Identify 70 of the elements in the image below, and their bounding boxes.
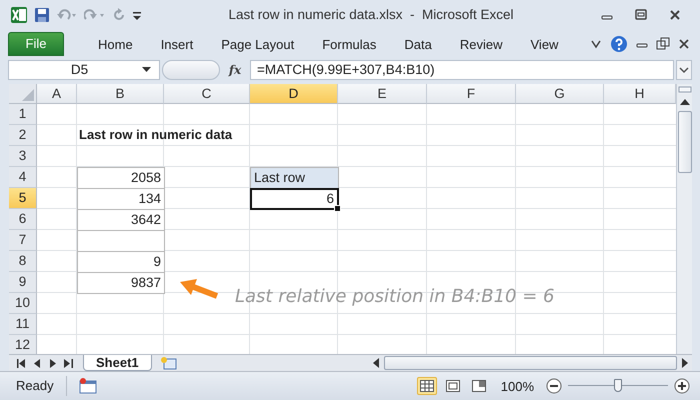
zoom-level[interactable]: 100%	[500, 378, 534, 394]
split-handle-icon[interactable]	[678, 86, 692, 94]
sheet-tab[interactable]: Sheet1	[83, 355, 152, 372]
row-header[interactable]: 8	[9, 250, 37, 272]
expand-formula-icon[interactable]	[676, 60, 692, 80]
next-sheet-icon[interactable]	[49, 358, 56, 368]
macro-record-icon[interactable]	[78, 378, 97, 394]
scroll-up-icon[interactable]	[680, 98, 690, 106]
number-cell: 2058	[77, 166, 165, 189]
row-header[interactable]: 9	[9, 272, 37, 293]
column-header[interactable]: A	[37, 84, 77, 104]
row-header[interactable]: 6	[9, 208, 37, 230]
restore-icon[interactable]	[656, 36, 670, 51]
column-header[interactable]: H	[604, 84, 676, 104]
restore-icon[interactable]	[634, 8, 648, 22]
zoom-in-icon[interactable]	[674, 378, 690, 394]
row-header[interactable]: 7	[9, 230, 37, 251]
ribbon-tab[interactable]: Data	[390, 34, 446, 56]
close-icon[interactable]	[668, 8, 682, 22]
save-icon[interactable]	[34, 6, 50, 23]
column-header[interactable]: B	[77, 84, 164, 104]
window-title: Last row in numeric data.xlsx - Microsoft Excel	[227, 7, 515, 22]
close-icon[interactable]	[678, 38, 690, 50]
row-header[interactable]: 11	[9, 314, 37, 335]
new-sheet-icon[interactable]	[160, 356, 178, 370]
zoom-out-icon[interactable]	[546, 378, 562, 394]
triangle-icon	[22, 88, 34, 101]
help-icon[interactable]	[610, 34, 628, 53]
ribbon-tab[interactable]: Insert	[146, 34, 208, 56]
number-cell: 9837	[77, 272, 165, 294]
scroll-thumb[interactable]	[678, 110, 692, 173]
scroll-left-icon[interactable]	[373, 358, 380, 368]
normal-view-button[interactable]	[416, 377, 437, 396]
column-header[interactable]: C	[164, 84, 250, 104]
dropdown-icon	[142, 66, 151, 73]
number-cell: 9	[77, 250, 165, 273]
file-tab[interactable]: File	[8, 32, 64, 56]
scroll-right-icon[interactable]	[681, 358, 688, 368]
row-header[interactable]: 3	[9, 146, 37, 167]
row-header[interactable]: 10	[9, 292, 37, 314]
column-header[interactable]: E	[338, 84, 427, 104]
sheet-title: Last row in numeric data	[79, 126, 232, 144]
row-header[interactable]: 2	[9, 124, 37, 146]
column-header[interactable]: G	[516, 84, 604, 104]
row-header[interactable]: 1	[9, 104, 37, 125]
ribbon-tab[interactable]: Formulas	[308, 34, 390, 56]
excel-logo-icon	[10, 6, 28, 24]
annotation-text: Last relative position in B4:B10 = 6	[235, 286, 554, 307]
formula-field[interactable]: =MATCH(9.99E+307,B4:B10)	[250, 60, 674, 80]
last-sheet-icon[interactable]	[64, 358, 73, 368]
row-header[interactable]: 12	[9, 334, 37, 354]
ribbon-tab[interactable]: Review	[446, 34, 516, 56]
column-header[interactable]: D	[250, 84, 338, 104]
number-cell: 134	[77, 188, 165, 210]
name-box[interactable]: D5	[8, 60, 160, 80]
row-header[interactable]: 4	[9, 166, 37, 188]
ribbon-tab[interactable]: Home	[84, 34, 147, 56]
scroll-thumb[interactable]	[384, 356, 677, 370]
previous-sheet-icon[interactable]	[34, 358, 41, 368]
arrow-icon	[179, 279, 219, 302]
header-cell: Last row	[250, 166, 339, 189]
number-cell: 3642	[77, 208, 165, 231]
ribbon-tab[interactable]: View	[516, 34, 572, 56]
result-cell[interactable]: 6	[250, 188, 339, 210]
ribbon-tab[interactable]: Page Layout	[207, 34, 308, 56]
column-header[interactable]: F	[427, 84, 516, 104]
insert-function-button[interactable]: fx	[220, 62, 250, 77]
first-sheet-icon[interactable]	[17, 358, 26, 368]
status-mode: Ready	[10, 376, 67, 396]
row-header[interactable]: 5	[9, 188, 37, 209]
